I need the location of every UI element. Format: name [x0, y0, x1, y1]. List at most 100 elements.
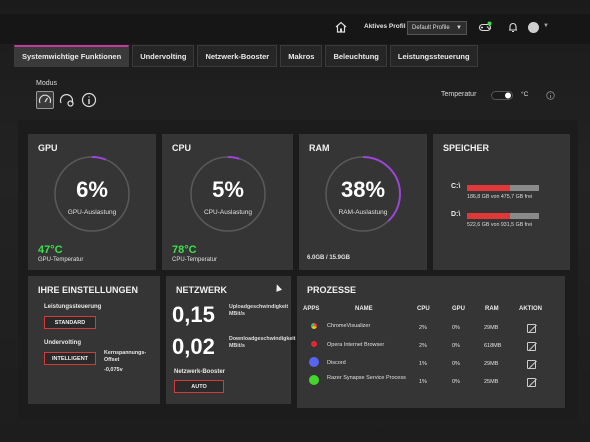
process-cpu: 2%: [419, 325, 427, 331]
process-gpu: 0%: [452, 343, 460, 349]
network-title: NETZWERK: [176, 285, 227, 295]
col-name: NAME: [355, 306, 373, 312]
processes-card: PROZESSE APPS NAME CPU GPU RAM AKTION Ch…: [297, 276, 565, 408]
process-name: Discord: [327, 360, 346, 366]
ram-usage-label: RAM-Auslastung: [338, 209, 388, 216]
process-cpu: 1%: [419, 361, 427, 367]
tab-label: Leistungssteuerung: [397, 51, 470, 61]
discord-icon: [309, 357, 319, 367]
mode-custom-button[interactable]: [58, 91, 76, 109]
end-process-icon[interactable]: [527, 342, 536, 351]
info-icon: [81, 92, 97, 108]
tab-bar: Systemwichtige Funktionen Undervolting N…: [14, 45, 478, 67]
app-window: Aktives Profil Default Profile ▼ ▼ Syste…: [0, 0, 590, 442]
cpu-card: CPU 5% CPU-Auslastung 78°C CPU-Temperatu…: [162, 134, 293, 270]
home-icon[interactable]: [334, 20, 348, 34]
upload-label: Uploadgeschwindigkeit MBit/s: [229, 304, 289, 317]
mode-info-button[interactable]: [80, 91, 98, 109]
temperature-label: Temperatur: [441, 91, 477, 98]
avatar-chevron-down-icon[interactable]: ▼: [543, 23, 549, 29]
temperature-info-icon[interactable]: [546, 91, 555, 100]
drive-d-text: 522,6 GB von 931,5 GB frei: [467, 222, 533, 228]
drive-c-letter: C:\: [451, 183, 461, 190]
tab-beleuchtung[interactable]: Beleuchtung: [325, 45, 387, 67]
top-bar: [0, 14, 590, 44]
download-value: 0,02: [172, 334, 215, 359]
active-profile-label: Aktives Profil: [364, 23, 406, 30]
gpu-card: GPU 6% GPU-Auslastung 47°C GPU-Temperatu…: [28, 134, 156, 270]
cpu-title: CPU: [172, 143, 192, 153]
col-apps: APPS: [303, 306, 320, 312]
end-process-icon[interactable]: [527, 324, 536, 333]
end-process-icon[interactable]: [527, 360, 536, 369]
mode-performance-button[interactable]: [36, 91, 54, 109]
end-process-icon[interactable]: [527, 378, 536, 387]
undervolting-button[interactable]: INTELLIGENT: [44, 352, 96, 365]
gpu-temp-value: 47°C: [38, 244, 63, 256]
tab-label: Systemwichtige Funktionen: [22, 52, 122, 61]
settings-card: IHRE EINSTELLUNGEN Leistungssteuerung ST…: [28, 276, 160, 404]
tab-netzwerk-booster[interactable]: Netzwerk-Booster: [197, 45, 278, 67]
bell-icon[interactable]: [506, 20, 520, 34]
tab-leistungssteuerung[interactable]: Leistungssteuerung: [389, 45, 478, 67]
process-gpu: 0%: [452, 325, 460, 331]
gauge-gear-icon: [59, 94, 74, 107]
tab-label: Undervolting: [140, 51, 187, 61]
cpu-temp-value: 78°C: [172, 244, 197, 256]
booster-label: Netzwerk-Booster: [174, 369, 226, 375]
gpu-usage-label: GPU-Auslastung: [67, 209, 117, 216]
settings-title: IHRE EINSTELLUNGEN: [38, 285, 139, 295]
profile-select-value: Default Profile: [412, 25, 450, 31]
col-aktion: AKTION: [519, 306, 542, 312]
undervolting-label: Undervolting: [44, 340, 81, 346]
booster-button[interactable]: AUTO: [174, 380, 224, 393]
tab-undervolting[interactable]: Undervolting: [132, 45, 195, 67]
process-name: Opera Internet Browser: [327, 342, 385, 348]
tab-systemwichtige-funktionen[interactable]: Systemwichtige Funktionen: [14, 45, 130, 67]
leistungssteuerung-value: STANDARD: [54, 319, 86, 326]
upload-value: 0,15: [172, 302, 215, 327]
process-cpu: 1%: [419, 379, 427, 385]
process-ram: 29MB: [484, 361, 499, 367]
cpu-usage-value: 5%: [212, 177, 244, 202]
process-ram: 29MB: [484, 325, 499, 331]
download-label: Downloadgeschwindigkeit MBit/s: [229, 336, 296, 349]
ram-usage-text: 6.0GB / 15.9GB: [307, 255, 351, 261]
gamepad-icon[interactable]: [478, 20, 492, 34]
tab-label: Makros: [288, 51, 315, 61]
drive-d-fill: [467, 213, 511, 219]
temperature-unit-toggle[interactable]: [491, 91, 513, 100]
cpu-usage-label: CPU-Auslastung: [203, 209, 253, 216]
ram-card: RAM 38% RAM-Auslastung 6.0GB / 15.9GB: [299, 134, 427, 270]
process-ram: 25MB: [484, 379, 499, 385]
profile-select[interactable]: Default Profile ▼: [407, 21, 467, 35]
chevron-down-icon: ▼: [456, 25, 462, 31]
processes-title: PROZESSE: [307, 285, 357, 295]
cpu-temp-label: CPU-Temperatur: [172, 257, 218, 263]
ram-usage-value: 38%: [340, 177, 386, 202]
storage-title: SPEICHER: [443, 143, 490, 153]
chrome-icon: [309, 321, 319, 331]
drive-c-fill: [467, 185, 511, 191]
ram-title: RAM: [309, 143, 330, 153]
tab-makros[interactable]: Makros: [280, 45, 323, 67]
leistungssteuerung-button[interactable]: STANDARD: [44, 316, 96, 329]
tab-label: Beleuchtung: [333, 51, 379, 61]
storage-card: SPEICHER C:\ 186,8 GB von 475,7 GB frei …: [433, 134, 570, 270]
temperature-unit-value: °C: [521, 91, 529, 98]
process-name: Razer Synapse Service Process: [327, 375, 406, 381]
process-gpu: 0%: [452, 379, 460, 385]
process-name: ChromeVisualizer: [327, 323, 371, 329]
drive-c-text: 186,8 GB von 475,7 GB frei: [467, 194, 533, 200]
undervolting-value: INTELLIGENT: [51, 355, 89, 362]
tab-label: Netzwerk-Booster: [205, 51, 270, 61]
razer-icon: [309, 375, 319, 385]
booster-value: AUTO: [191, 383, 207, 390]
col-gpu: GPU: [452, 306, 466, 312]
gpu-temp-label: GPU-Temperatur: [38, 257, 84, 263]
offset-label: Kernspannungs-Offset: [104, 350, 147, 363]
gpu-title: GPU: [38, 143, 58, 153]
process-cpu: 2%: [419, 343, 427, 349]
opera-icon: [309, 339, 319, 349]
avatar[interactable]: [528, 22, 539, 33]
